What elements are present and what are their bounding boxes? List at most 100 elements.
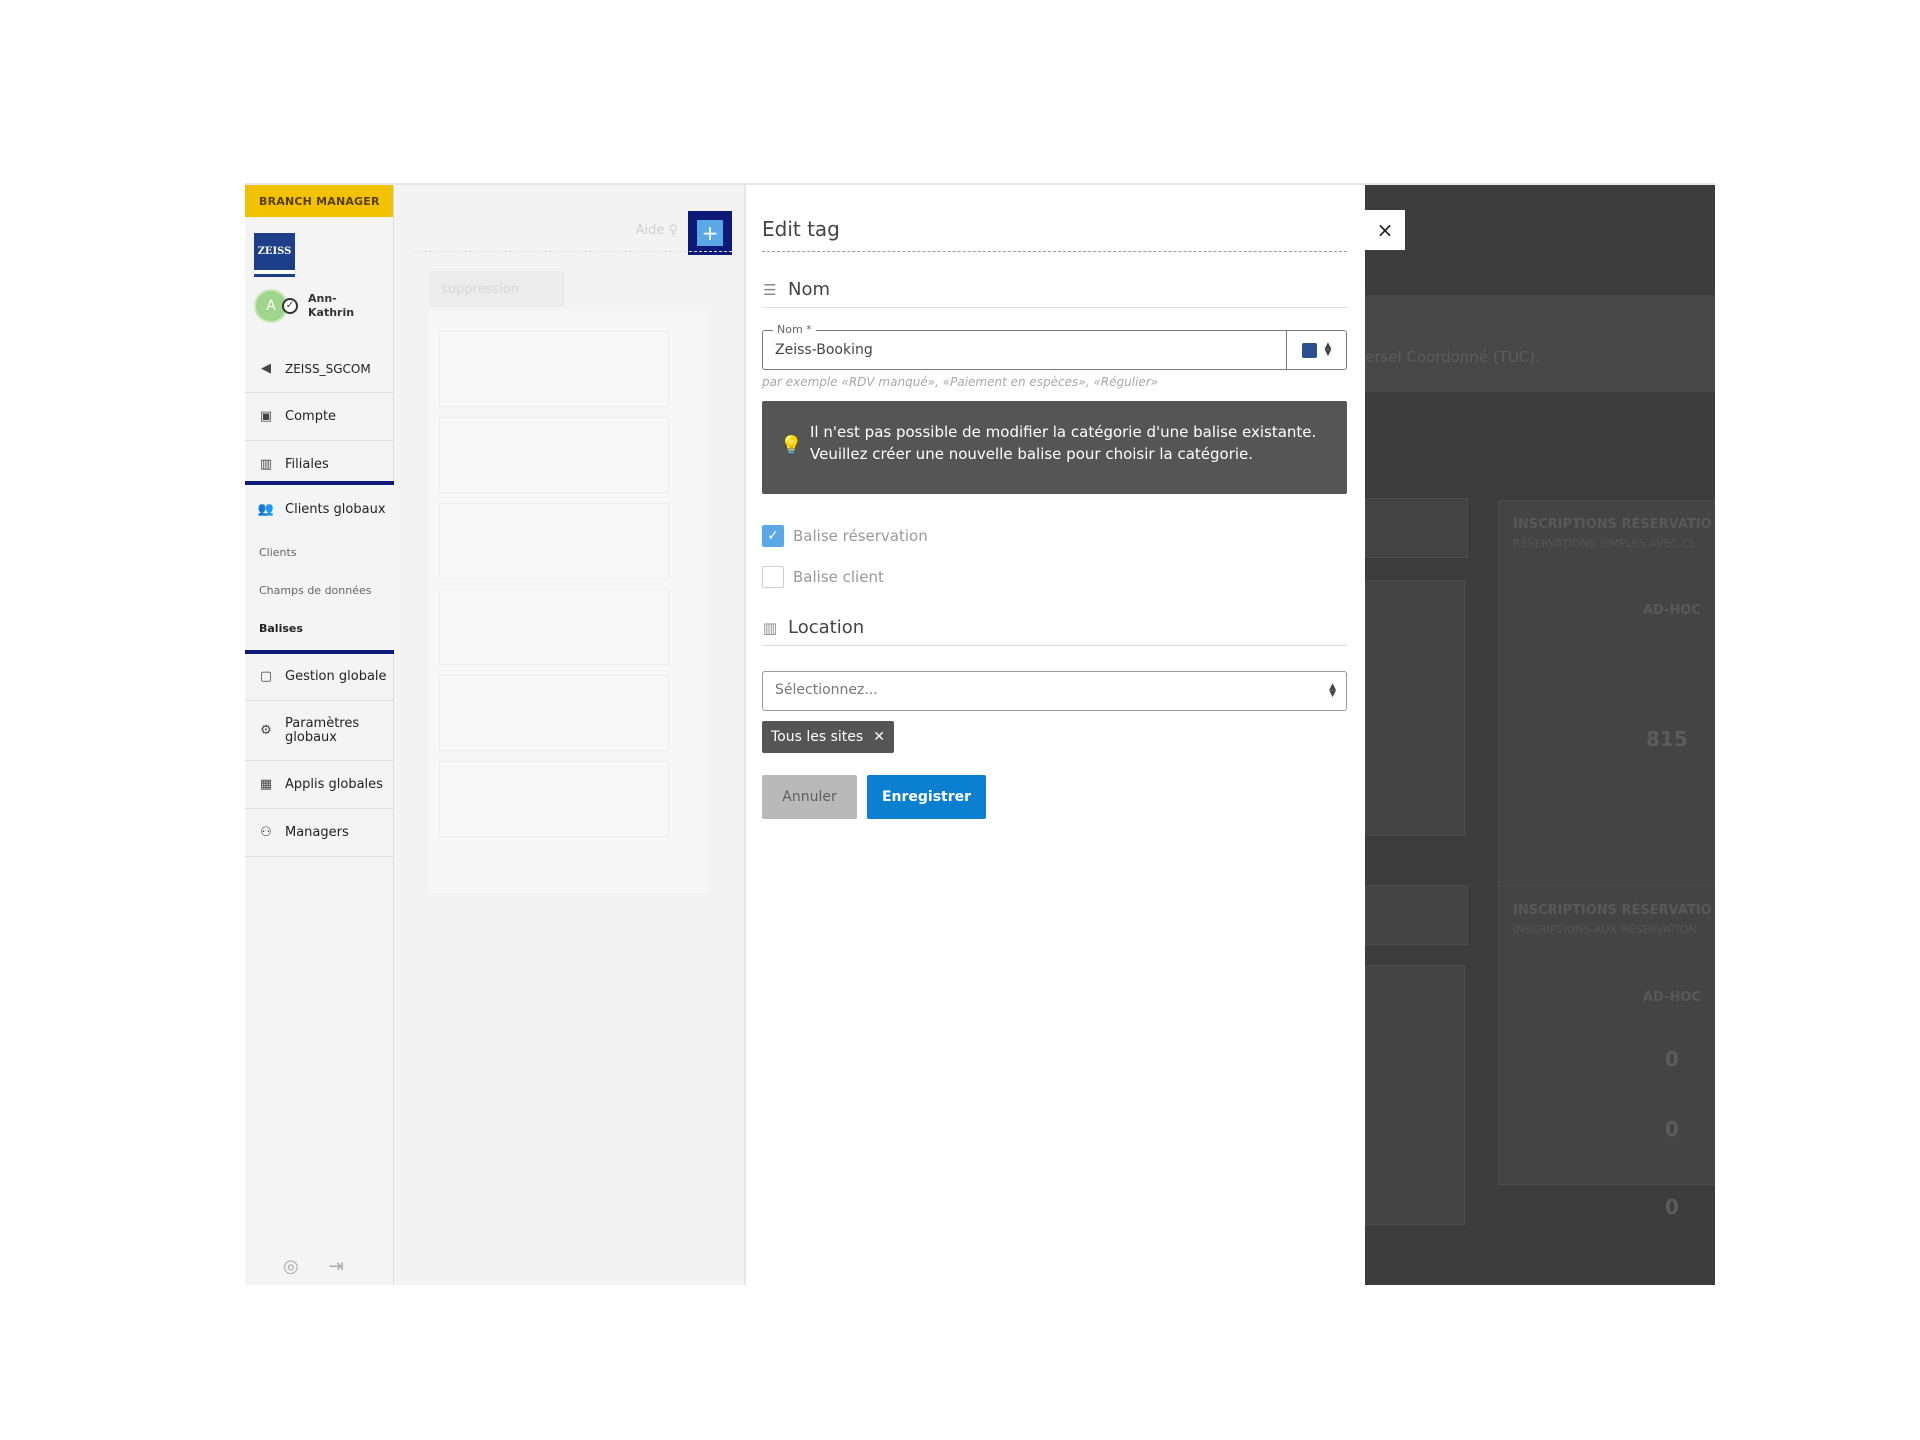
name-hint: par exemple «RDV manqué», «Paiement en e… (762, 375, 1159, 389)
info-callout: 💡 Il n'est pas possible de modifier la c… (762, 401, 1347, 494)
sidebar-item-applis-globales[interactable]: ▦ Applis globales (245, 761, 393, 809)
chip-label: Tous les sites (771, 729, 864, 745)
checkbox-label: Balise réservation (793, 527, 928, 545)
background-overlay: × ersel Coordonné (TUC). INSCRIPTIONS RÉ… (1365, 185, 1715, 1285)
sidebar-nav: ◀ ZEISS_SGCOM ▣ Compte ▥ Filiales (245, 345, 393, 489)
card-value: 0 (1665, 1117, 1679, 1141)
modal-title: Edit tag (762, 217, 840, 241)
sidebar-subitem-clients[interactable]: Clients (245, 533, 394, 571)
select-placeholder: Sélectionnez... (775, 682, 878, 698)
card-title: INSCRIPTIONS RÉSERVATIO (1513, 517, 1712, 532)
card-label: AD-HOC (1643, 603, 1701, 618)
help-link[interactable]: Aide ♀ (636, 223, 678, 238)
list-item[interactable] (439, 589, 669, 665)
sidebar-footer: ◎ ⇥ (283, 1256, 344, 1277)
checkbox-unchecked[interactable] (762, 566, 784, 588)
location-select[interactable]: Sélectionnez... ▲ ▼ (762, 671, 1347, 711)
manager-icon: ⚇ (260, 825, 272, 840)
checkbox-balise-reservation[interactable]: ✓ Balise réservation (762, 525, 928, 547)
background-card (1365, 965, 1465, 1225)
gears-icon: ⚙ (260, 723, 272, 738)
add-tag-button-highlight[interactable]: + (688, 211, 732, 255)
tags-list (429, 311, 709, 893)
sidebar-item-parametres-globaux[interactable]: ⚙ Paramètres globaux (245, 701, 393, 761)
back-circle-icon: ◀ (261, 361, 271, 376)
sidebar-item-clients-globaux[interactable]: 👥 Clients globaux (245, 485, 394, 533)
building-icon: ▥ (259, 457, 273, 472)
tab-suppression[interactable]: suppression (429, 271, 565, 307)
card-title: INSCRIPTIONS RÉSERVATIO (1513, 903, 1712, 918)
building-icon: ▥ (762, 618, 778, 637)
checkbox-balise-client[interactable]: Balise client (762, 566, 884, 588)
clients-globaux-group: 👥 Clients globaux Clients Champs de donn… (245, 481, 398, 654)
name-section-header: ☰ Nom (762, 279, 1347, 308)
background-card (1365, 580, 1465, 836)
sidebar-item-label: Filiales (285, 457, 329, 472)
sidebar: BRANCH MANAGER ZEISS A ✓ Ann-Kathrin ◀ Z… (245, 185, 398, 1285)
sidebar-item-label: Gestion globale (285, 669, 387, 684)
background-band-text: ersel Coordonné (TUC). (1365, 348, 1540, 366)
user-name: Ann-Kathrin (308, 292, 355, 319)
suitcase-icon: ▢ (259, 669, 273, 684)
section-title: Location (788, 617, 865, 638)
edit-tag-modal: Edit tag ☰ Nom Nom * Zeiss-Booking ▲ ▼ pa… (744, 185, 1365, 1285)
card-value: 0 (1665, 1047, 1679, 1071)
user-profile[interactable]: A ✓ Ann-Kathrin (254, 289, 368, 323)
updown-arrows-icon: ▲ ▼ (1329, 682, 1336, 699)
sidebar-item-label: Compte (285, 409, 337, 424)
background-header-band (1365, 295, 1715, 392)
help-lifebuoy-icon[interactable]: ◎ (283, 1256, 299, 1277)
add-tag-button[interactable]: + (697, 220, 723, 246)
logout-icon[interactable]: ⇥ (329, 1256, 344, 1277)
tag-name-field: Nom * Zeiss-Booking ▲ ▼ (762, 323, 1347, 370)
sidebar-item-gestion-globale[interactable]: ▢ Gestion globale (245, 653, 393, 701)
list-item[interactable] (439, 503, 669, 579)
color-picker[interactable]: ▲ ▼ (1286, 331, 1346, 369)
location-chip: Tous les sites ✕ (762, 721, 894, 753)
tag-name-input[interactable]: Zeiss-Booking (775, 342, 873, 358)
users-icon: 👥 (257, 501, 275, 517)
updown-arrows-icon: ▲ ▼ (1324, 341, 1332, 358)
title-divider (762, 251, 1347, 252)
list-item[interactable] (439, 675, 669, 751)
sidebar-item-managers[interactable]: ⚇ Managers (245, 809, 393, 857)
info-text: Il n'est pas possible de modifier la cat… (810, 423, 1317, 463)
sidebar-item-zeiss-sgcom[interactable]: ◀ ZEISS_SGCOM (245, 345, 393, 393)
sidebar-subitem-balises[interactable]: Balises (245, 609, 394, 647)
sidebar-item-label: Clients globaux (285, 501, 386, 517)
remove-chip-icon[interactable]: ✕ (873, 729, 885, 745)
list-item[interactable] (439, 331, 669, 407)
card-subtitle: INSCRIPTIONS AUX RÉSERVATION (1513, 923, 1697, 936)
background-card (1365, 498, 1468, 558)
sidebar-item-compte[interactable]: ▣ Compte (245, 393, 393, 441)
tags-list-panel: Aide ♀ + suppression (394, 185, 744, 1285)
sidebar-subitem-champs-de-donnees[interactable]: Champs de données (245, 571, 394, 609)
location-section-header: ▥ Location (762, 617, 1347, 646)
sidebar-item-label: Paramètres globaux (285, 715, 360, 745)
cancel-button[interactable]: Annuler (762, 775, 857, 819)
background-card (1365, 885, 1468, 945)
sidebar-nav-secondary: ▢ Gestion globale ⚙ Paramètres globaux ▦… (245, 653, 393, 857)
sidebar-item-label: Managers (285, 825, 349, 840)
card-label: AD-HOC (1643, 990, 1701, 1005)
save-button[interactable]: Enregistrer (867, 775, 986, 819)
lightbulb-icon: 💡 (780, 435, 803, 456)
card-value: 0 (1665, 1195, 1679, 1219)
grid-icon: ▦ (259, 777, 273, 792)
status-check-icon: ✓ (282, 298, 298, 314)
field-label: Nom * (773, 323, 816, 336)
section-title: Nom (788, 279, 831, 300)
role-badge: BRANCH MANAGER (245, 185, 393, 217)
close-modal-button[interactable]: × (1365, 210, 1405, 250)
app-window: BRANCH MANAGER ZEISS A ✓ Ann-Kathrin ◀ Z… (245, 183, 1715, 1285)
color-swatch (1301, 342, 1317, 358)
lines-icon: ☰ (763, 280, 777, 299)
checkbox-checked[interactable]: ✓ (762, 525, 784, 547)
card-value: 815 (1646, 727, 1688, 751)
list-item[interactable] (439, 417, 669, 493)
divider (414, 251, 732, 252)
list-item[interactable] (439, 761, 669, 837)
sidebar-item-label: Applis globales (285, 777, 383, 792)
sidebar-item-label: ZEISS_SGCOM (285, 361, 371, 376)
zeiss-logo[interactable]: ZEISS (254, 233, 295, 274)
